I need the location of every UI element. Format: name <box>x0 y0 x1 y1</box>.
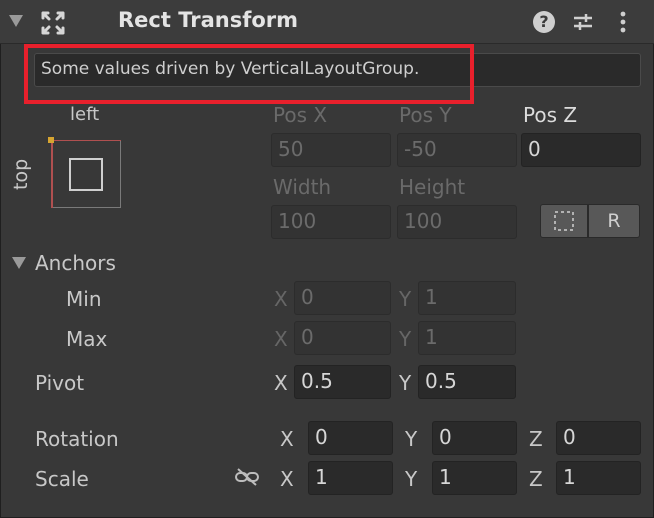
rotation-x-axis[interactable]: X <box>280 427 294 451</box>
pos-z-field[interactable]: 0 <box>521 133 641 167</box>
anchors-max-x-field: 0 <box>294 321 391 355</box>
width-field: 100 <box>271 205 391 239</box>
anchors-min-y-axis: Y <box>399 287 412 311</box>
pos-y-label: Pos Y <box>399 103 452 127</box>
rotation-x-field[interactable]: 0 <box>308 421 393 455</box>
anchors-min-y-field: 1 <box>418 281 516 315</box>
highlight-annotation <box>24 44 474 104</box>
anchors-min-label: Min <box>66 287 102 311</box>
anchor-vertical-label: top <box>10 158 32 190</box>
kebab-menu-icon[interactable] <box>618 10 628 34</box>
pivot-y-axis[interactable]: Y <box>399 371 411 395</box>
blueprint-icon <box>554 211 574 231</box>
rotation-z-field[interactable]: 0 <box>556 421 641 455</box>
pivot-y-field[interactable]: 0.5 <box>418 365 516 399</box>
pos-x-field: 50 <box>271 133 391 167</box>
anchor-top-edge <box>51 140 121 141</box>
anchors-max-x-axis: X <box>274 327 288 351</box>
pos-y-field: -50 <box>397 133 517 167</box>
scale-y-axis[interactable]: Y <box>405 467 417 491</box>
height-field: 100 <box>397 205 517 239</box>
anchors-min-x-axis: X <box>274 287 288 311</box>
raw-edit-button[interactable]: R <box>588 204 640 238</box>
rotation-z-axis[interactable]: Z <box>529 427 543 451</box>
help-icon[interactable]: ? <box>533 11 555 33</box>
anchors-max-y-axis: Y <box>399 327 412 351</box>
scale-y-field[interactable]: 1 <box>432 461 517 495</box>
anchor-horizontal-label: left <box>70 104 100 125</box>
rect-transform-icon <box>41 11 65 35</box>
rotation-y-field[interactable]: 0 <box>432 421 517 455</box>
height-label: Height <box>399 175 466 199</box>
scale-x-field[interactable]: 1 <box>308 461 393 495</box>
presets-icon[interactable] <box>572 11 594 33</box>
blueprint-mode-button[interactable] <box>540 204 588 238</box>
rotation-y-axis[interactable]: Y <box>405 427 417 451</box>
anchors-label[interactable]: Anchors <box>35 251 116 275</box>
anchor-rect-icon <box>69 158 103 191</box>
constrain-proportions-link-icon[interactable] <box>234 467 260 487</box>
component-header[interactable] <box>0 0 654 44</box>
anchor-pivot-dot <box>48 137 54 143</box>
component-title: Rect Transform <box>118 8 299 32</box>
width-label: Width <box>273 175 332 199</box>
anchor-left-edge <box>51 140 53 208</box>
scale-x-axis[interactable]: X <box>280 467 294 491</box>
pos-x-label: Pos X <box>273 103 328 127</box>
anchors-max-y-field: 1 <box>418 321 516 355</box>
rotation-label: Rotation <box>35 427 119 451</box>
scale-z-field[interactable]: 1 <box>556 461 641 495</box>
fold-triangle-icon[interactable] <box>8 14 24 28</box>
pivot-label: Pivot <box>35 371 85 395</box>
scale-label: Scale <box>35 467 89 491</box>
anchors-min-x-field: 0 <box>294 281 391 315</box>
pos-z-label: Pos Z <box>523 103 578 127</box>
scale-z-axis[interactable]: Z <box>529 467 543 491</box>
anchors-fold-icon[interactable] <box>11 256 27 270</box>
anchors-max-label: Max <box>66 327 108 351</box>
pivot-x-field[interactable]: 0.5 <box>294 365 391 399</box>
pivot-x-axis[interactable]: X <box>274 371 288 395</box>
